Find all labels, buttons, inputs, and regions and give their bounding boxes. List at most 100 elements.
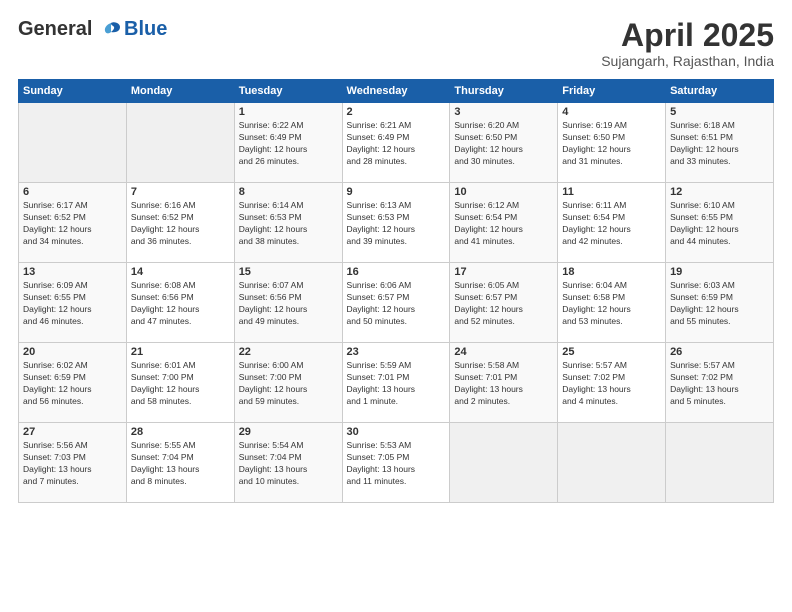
title-block: April 2025 Sujangarh, Rajasthan, India [601, 18, 774, 69]
header-thursday: Thursday [450, 80, 558, 103]
day-info: Sunrise: 5:59 AM Sunset: 7:01 PM Dayligh… [347, 360, 446, 408]
day-info: Sunrise: 6:17 AM Sunset: 6:52 PM Dayligh… [23, 200, 122, 248]
day-number: 11 [562, 186, 661, 198]
logo-text-general: General [18, 18, 92, 40]
day-number: 29 [239, 426, 338, 438]
calendar-cell: 14 Sunrise: 6:08 AM Sunset: 6:56 PM Dayli… [126, 263, 234, 343]
day-info: Sunrise: 6:18 AM Sunset: 6:51 PM Dayligh… [670, 120, 769, 168]
day-info: Sunrise: 5:56 AM Sunset: 7:03 PM Dayligh… [23, 440, 122, 488]
day-number: 30 [347, 426, 446, 438]
calendar-location: Sujangarh, Rajasthan, India [601, 53, 774, 69]
calendar-cell: 30 Sunrise: 5:53 AM Sunset: 7:05 PM Dayli… [342, 423, 450, 503]
calendar-cell: 2 Sunrise: 6:21 AM Sunset: 6:49 PM Daylig… [342, 103, 450, 183]
logo-text-blue: Blue [124, 18, 167, 40]
day-info: Sunrise: 6:00 AM Sunset: 7:00 PM Dayligh… [239, 360, 338, 408]
day-number: 8 [239, 186, 338, 198]
day-number: 21 [131, 346, 230, 358]
day-info: Sunrise: 6:12 AM Sunset: 6:54 PM Dayligh… [454, 200, 553, 248]
calendar-cell: 19 Sunrise: 6:03 AM Sunset: 6:59 PM Dayli… [666, 263, 774, 343]
calendar-cell: 13 Sunrise: 6:09 AM Sunset: 6:55 PM Dayli… [19, 263, 127, 343]
calendar-cell: 23 Sunrise: 5:59 AM Sunset: 7:01 PM Dayli… [342, 343, 450, 423]
day-number: 7 [131, 186, 230, 198]
calendar-cell [558, 423, 666, 503]
day-info: Sunrise: 6:11 AM Sunset: 6:54 PM Dayligh… [562, 200, 661, 248]
day-number: 20 [23, 346, 122, 358]
day-info: Sunrise: 6:04 AM Sunset: 6:58 PM Dayligh… [562, 280, 661, 328]
calendar-cell [126, 103, 234, 183]
calendar-cell: 21 Sunrise: 6:01 AM Sunset: 7:00 PM Dayli… [126, 343, 234, 423]
day-info: Sunrise: 6:05 AM Sunset: 6:57 PM Dayligh… [454, 280, 553, 328]
header-friday: Friday [558, 80, 666, 103]
calendar-cell: 11 Sunrise: 6:11 AM Sunset: 6:54 PM Dayli… [558, 183, 666, 263]
day-info: Sunrise: 6:20 AM Sunset: 6:50 PM Dayligh… [454, 120, 553, 168]
day-number: 25 [562, 346, 661, 358]
calendar-cell: 12Sunrise: 6:10 AM Sunset: 6:55 PM Dayli… [666, 183, 774, 263]
week-row-4: 20 Sunrise: 6:02 AM Sunset: 6:59 PM Dayli… [19, 343, 774, 423]
week-row-3: 13 Sunrise: 6:09 AM Sunset: 6:55 PM Dayli… [19, 263, 774, 343]
day-info: Sunrise: 6:22 AM Sunset: 6:49 PM Dayligh… [239, 120, 338, 168]
day-info: Sunrise: 6:09 AM Sunset: 6:55 PM Dayligh… [23, 280, 122, 328]
logo-bird-icon [100, 19, 122, 41]
calendar-cell: 1Sunrise: 6:22 AM Sunset: 6:49 PM Daylig… [234, 103, 342, 183]
day-info: Sunrise: 6:14 AM Sunset: 6:53 PM Dayligh… [239, 200, 338, 248]
day-number: 10 [454, 186, 553, 198]
calendar-table: Sunday Monday Tuesday Wednesday Thursday… [18, 79, 774, 503]
logo: General Blue [18, 18, 167, 41]
header-monday: Monday [126, 80, 234, 103]
header-tuesday: Tuesday [234, 80, 342, 103]
calendar-title: April 2025 [601, 18, 774, 53]
calendar-cell: 20 Sunrise: 6:02 AM Sunset: 6:59 PM Dayli… [19, 343, 127, 423]
day-info: Sunrise: 6:21 AM Sunset: 6:49 PM Dayligh… [347, 120, 446, 168]
day-number: 5 [670, 106, 769, 118]
day-info: Sunrise: 6:01 AM Sunset: 7:00 PM Dayligh… [131, 360, 230, 408]
day-number: 3 [454, 106, 553, 118]
day-number: 12 [670, 186, 769, 198]
calendar-cell: 25Sunrise: 5:57 AM Sunset: 7:02 PM Dayli… [558, 343, 666, 423]
calendar-cell: 27Sunrise: 5:56 AM Sunset: 7:03 PM Dayli… [19, 423, 127, 503]
calendar-cell: 15 Sunrise: 6:07 AM Sunset: 6:56 PM Dayli… [234, 263, 342, 343]
day-number: 4 [562, 106, 661, 118]
calendar-cell: 17 Sunrise: 6:05 AM Sunset: 6:57 PM Dayli… [450, 263, 558, 343]
day-number: 18 [562, 266, 661, 278]
day-info: Sunrise: 5:58 AM Sunset: 7:01 PM Dayligh… [454, 360, 553, 408]
day-info: Sunrise: 6:06 AM Sunset: 6:57 PM Dayligh… [347, 280, 446, 328]
day-number: 13 [23, 266, 122, 278]
calendar-cell: 18 Sunrise: 6:04 AM Sunset: 6:58 PM Dayli… [558, 263, 666, 343]
day-number: 22 [239, 346, 338, 358]
day-number: 15 [239, 266, 338, 278]
header-saturday: Saturday [666, 80, 774, 103]
calendar-cell: 24 Sunrise: 5:58 AM Sunset: 7:01 PM Dayli… [450, 343, 558, 423]
week-row-2: 6Sunrise: 6:17 AM Sunset: 6:52 PM Daylig… [19, 183, 774, 263]
week-row-5: 27Sunrise: 5:56 AM Sunset: 7:03 PM Dayli… [19, 423, 774, 503]
calendar-cell: 6Sunrise: 6:17 AM Sunset: 6:52 PM Daylig… [19, 183, 127, 263]
calendar-cell: 29 Sunrise: 5:54 AM Sunset: 7:04 PM Dayli… [234, 423, 342, 503]
day-number: 23 [347, 346, 446, 358]
day-number: 19 [670, 266, 769, 278]
day-info: Sunrise: 6:13 AM Sunset: 6:53 PM Dayligh… [347, 200, 446, 248]
calendar-cell: 28Sunrise: 5:55 AM Sunset: 7:04 PM Dayli… [126, 423, 234, 503]
day-info: Sunrise: 6:16 AM Sunset: 6:52 PM Dayligh… [131, 200, 230, 248]
calendar-cell: 4Sunrise: 6:19 AM Sunset: 6:50 PM Daylig… [558, 103, 666, 183]
day-number: 14 [131, 266, 230, 278]
calendar-cell: 16Sunrise: 6:06 AM Sunset: 6:57 PM Dayli… [342, 263, 450, 343]
day-info: Sunrise: 6:07 AM Sunset: 6:56 PM Dayligh… [239, 280, 338, 328]
day-info: Sunrise: 5:57 AM Sunset: 7:02 PM Dayligh… [670, 360, 769, 408]
calendar-cell [450, 423, 558, 503]
day-info: Sunrise: 6:02 AM Sunset: 6:59 PM Dayligh… [23, 360, 122, 408]
day-number: 28 [131, 426, 230, 438]
calendar-cell [19, 103, 127, 183]
day-number: 2 [347, 106, 446, 118]
day-number: 24 [454, 346, 553, 358]
header-wednesday: Wednesday [342, 80, 450, 103]
day-info: Sunrise: 6:08 AM Sunset: 6:56 PM Dayligh… [131, 280, 230, 328]
day-number: 17 [454, 266, 553, 278]
page-header: General Blue April 2025 Sujangarh, Rajas… [18, 18, 774, 69]
day-info: Sunrise: 5:53 AM Sunset: 7:05 PM Dayligh… [347, 440, 446, 488]
calendar-cell: 7 Sunrise: 6:16 AM Sunset: 6:52 PM Daylig… [126, 183, 234, 263]
calendar-cell: 8 Sunrise: 6:14 AM Sunset: 6:53 PM Daylig… [234, 183, 342, 263]
day-info: Sunrise: 5:54 AM Sunset: 7:04 PM Dayligh… [239, 440, 338, 488]
calendar-cell: 10 Sunrise: 6:12 AM Sunset: 6:54 PM Dayli… [450, 183, 558, 263]
calendar-cell: 3 Sunrise: 6:20 AM Sunset: 6:50 PM Daylig… [450, 103, 558, 183]
day-number: 26 [670, 346, 769, 358]
day-info: Sunrise: 6:03 AM Sunset: 6:59 PM Dayligh… [670, 280, 769, 328]
